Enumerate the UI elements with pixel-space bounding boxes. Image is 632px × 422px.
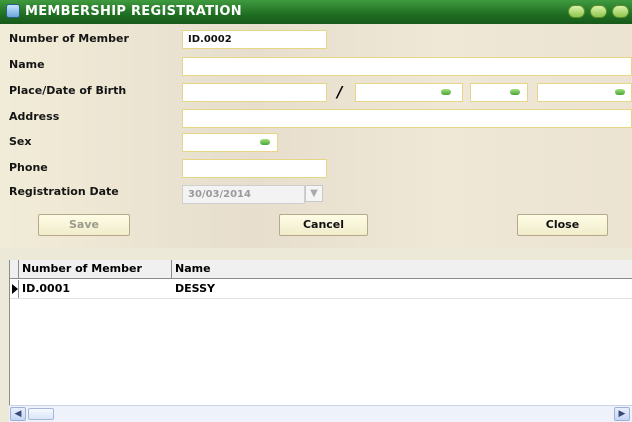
address-label: Address [9,110,60,123]
row-indicator [10,280,19,298]
column-header-name[interactable]: Name [172,260,632,278]
column-header-member[interactable]: Number of Member [19,260,172,278]
close-icon[interactable] [612,5,629,18]
chevron-down-icon[interactable] [441,89,451,95]
membership-window: MEMBERSHIP REGISTRATION Number of Member… [0,0,632,422]
minimize-icon[interactable] [568,5,585,18]
reg-date-field[interactable]: 30/03/2014 [182,185,305,204]
member-number-label: Number of Member [9,32,129,45]
birth-place-field[interactable] [182,83,327,102]
phone-label: Phone [9,161,48,174]
name-cell[interactable]: DESSY [172,280,472,298]
phone-field[interactable] [182,159,327,178]
cancel-button[interactable]: Cancel [279,214,368,236]
row-indicator-header [10,260,19,278]
member-cell[interactable]: ID.0001 [19,280,172,298]
birth-label: Place/Date of Birth [9,84,127,97]
maximize-icon[interactable] [590,5,607,18]
form-icon [6,4,20,18]
chevron-down-icon[interactable] [615,89,625,95]
sex-label: Sex [9,135,32,148]
name-label: Name [9,58,45,71]
chevron-down-icon[interactable] [510,89,520,95]
scroll-left-icon[interactable]: ◀ [10,407,26,421]
title-bar[interactable]: MEMBERSHIP REGISTRATION [0,0,632,24]
current-row-icon [12,284,18,294]
scroll-right-icon[interactable]: ▶ [614,407,630,421]
grid-header: Number of Member Name [10,260,632,279]
chevron-down-icon[interactable] [260,139,270,145]
close-button[interactable]: Close [517,214,608,236]
member-grid[interactable]: Number of Member Name ID.0001 DESSY [9,260,632,422]
name-field[interactable] [182,57,632,76]
calendar-dropdown-icon[interactable]: ▼ [305,185,323,202]
scroll-thumb[interactable] [28,408,54,420]
birth-separator: / [337,83,343,101]
horizontal-scrollbar[interactable]: ◀ ▶ [9,405,632,422]
table-row[interactable]: ID.0001 DESSY [10,280,632,299]
address-field[interactable] [182,109,632,128]
save-button[interactable]: Save [38,214,130,236]
reg-date-label: Registration Date [9,185,119,198]
member-number-field[interactable]: ID.0002 [182,30,327,49]
window-title: MEMBERSHIP REGISTRATION [25,4,242,19]
